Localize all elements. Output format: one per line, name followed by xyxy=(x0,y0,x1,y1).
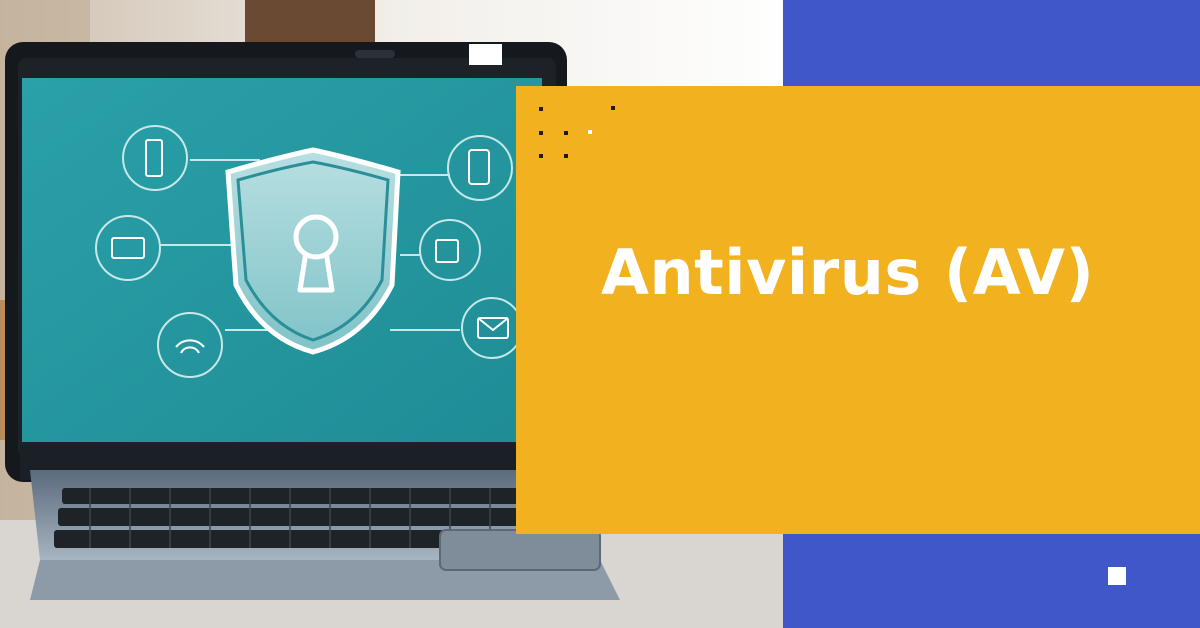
decor-square-top xyxy=(469,44,502,65)
decor-dots xyxy=(536,104,626,164)
title-card: Antivirus (AV) xyxy=(516,86,1200,534)
decor-square-bottom xyxy=(1108,567,1126,585)
banner-title: Antivirus (AV) xyxy=(601,236,1095,309)
